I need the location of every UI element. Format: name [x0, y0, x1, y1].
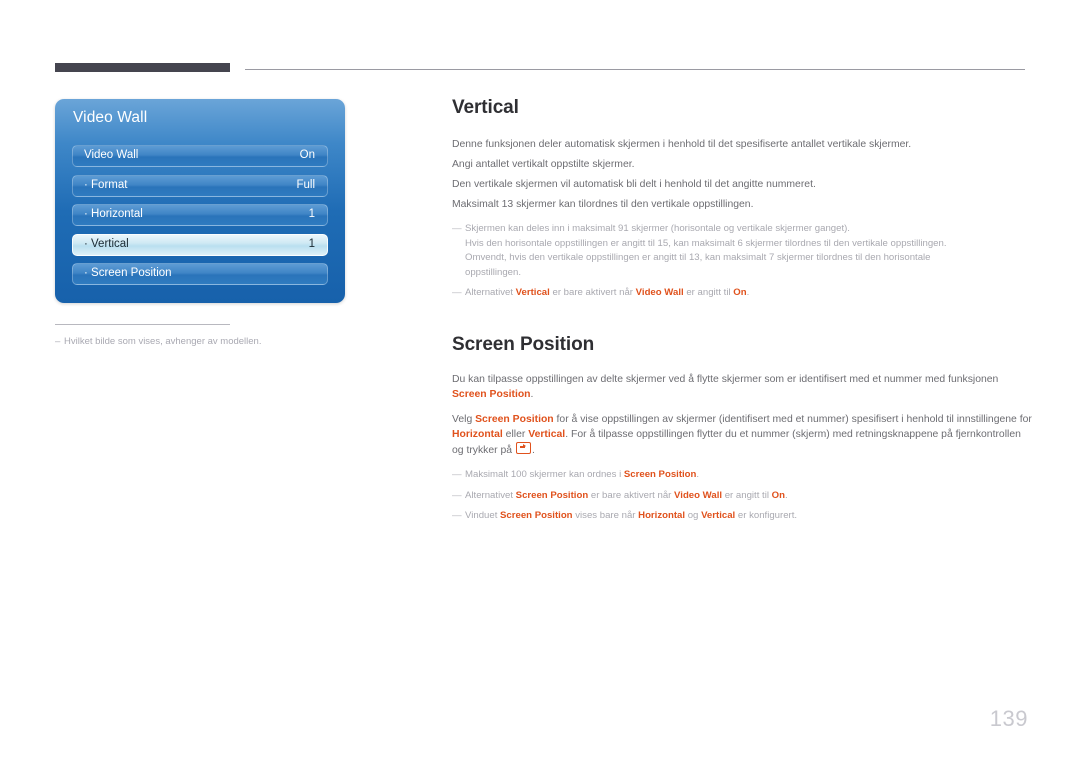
- keyword-vertical: Vertical: [701, 510, 736, 522]
- keyword-horizontal: Horizontal: [638, 510, 686, 522]
- vertical-body-line-3: Den vertikale skjermen vil automatisk bl…: [452, 179, 816, 190]
- section-vertical: Vertical Denne funksjonen deler automati…: [452, 97, 1032, 301]
- keyword-screen-position: Screen Position: [500, 510, 573, 522]
- enter-key-icon: [515, 441, 531, 454]
- section-screen-position: Screen Position Du kan tilpasse oppstill…: [452, 334, 1032, 524]
- sp-note2-d: .: [784, 489, 788, 501]
- sp-note3-a: Vinduet: [465, 510, 501, 522]
- footnote-dash-marker: –: [55, 336, 61, 347]
- vertical-note-1-line-3: Omvendt, hvis den vertikale oppstillinge…: [465, 252, 931, 264]
- screen-position-para-2: Velg Screen Position for å vise oppstill…: [452, 412, 1032, 458]
- note-dash-marker: —: [452, 489, 462, 501]
- sp-note2-a: Alternativet: [465, 489, 516, 501]
- vertical-note-2: — Alternativet Vertical er bare aktivert…: [452, 286, 1032, 301]
- osd-menu-item-video-wall[interactable]: Video Wall On: [72, 145, 328, 167]
- note-dash-marker: —: [452, 510, 462, 522]
- osd-menu-item-horizontal[interactable]: · Horizontal 1: [72, 204, 328, 226]
- screen-position-note-1: — Maksimalt 100 skjermer kan ordnes i Sc…: [452, 468, 1032, 483]
- screen-position-note-3: — Vinduet Screen Position vises bare når…: [452, 509, 1032, 524]
- osd-item-value: 1: [308, 208, 315, 220]
- osd-item-value: On: [299, 149, 315, 161]
- screen-position-para-1: Du kan tilpasse oppstillingen av delte s…: [452, 372, 1032, 402]
- panel-footnote: – Hvilket bilde som vises, avhenger av mo…: [55, 324, 355, 347]
- keyword-screen-position: Screen Position: [452, 388, 531, 400]
- sp-para2-c: eller: [502, 428, 529, 440]
- section-heading-screen-position: Screen Position: [452, 333, 595, 355]
- video-wall-osd-panel: Video Wall Video Wall On · Format Full ·…: [55, 99, 345, 303]
- sp-para2-a: Velg: [452, 413, 476, 425]
- osd-item-label: Video Wall: [84, 149, 139, 161]
- vertical-body-line-4: Maksimalt 13 skjermer kan tilordnes til …: [452, 199, 754, 210]
- keyword-video-wall: Video Wall: [635, 287, 684, 299]
- osd-item-label: · Vertical: [84, 238, 129, 250]
- vertical-note-1-line-4: oppstillingen.: [465, 266, 522, 278]
- page-number: 139: [989, 706, 1028, 731]
- keyword-vertical: Vertical: [528, 428, 566, 440]
- keyword-on: On: [733, 287, 747, 299]
- osd-menu-item-screen-position[interactable]: · Screen Position: [72, 263, 328, 285]
- keyword-screen-position: Screen Position: [475, 413, 554, 425]
- osd-menu-item-vertical[interactable]: · Vertical 1: [72, 234, 328, 256]
- header-rule-thin-line: [245, 69, 1025, 70]
- vertical-note-2-text-c: er angitt til: [683, 287, 734, 299]
- panel-footnote-text: – Hvilket bilde som vises, avhenger av mo…: [55, 336, 355, 347]
- section-heading-vertical: Vertical: [452, 97, 519, 118]
- keyword-vertical: Vertical: [515, 287, 550, 299]
- document-content: Vertical Denne funksjonen deler automati…: [452, 97, 1032, 524]
- sp-note1-a: Maksimalt 100 skjermer kan ordnes i: [465, 468, 624, 480]
- note-dash-marker: —: [452, 287, 462, 299]
- sp-note2-c: er angitt til: [722, 489, 772, 501]
- sp-para1-tail: .: [530, 388, 534, 400]
- sp-para2-d: . For å tilpasse oppstillingen flytter d…: [565, 428, 1021, 440]
- note-dash-marker: —: [452, 223, 462, 234]
- footnote-body: Hvilket bilde som vises, avhenger av mod…: [64, 336, 262, 347]
- sp-para2-e: og trykker på: [452, 444, 515, 456]
- sp-note2-b: er bare aktivert når: [588, 489, 675, 501]
- vertical-note-1-line-1: Skjermen kan deles inn i maksimalt 91 sk…: [465, 223, 850, 234]
- vertical-body-line-2: Angi antallet vertikalt oppstilte skjerm…: [452, 159, 635, 170]
- vertical-note-2-text-b: er bare aktivert når: [549, 287, 636, 299]
- keyword-screen-position: Screen Position: [623, 468, 697, 480]
- osd-panel-title: Video Wall: [73, 109, 148, 126]
- sp-para2-f: .: [531, 444, 535, 456]
- keyword-horizontal: Horizontal: [452, 428, 503, 440]
- panel-footnote-rule: [55, 324, 230, 325]
- osd-item-value: 1: [308, 238, 315, 250]
- keyword-video-wall: Video Wall: [674, 489, 723, 501]
- osd-item-label: · Format: [84, 179, 128, 191]
- vertical-note-1: — Skjermen kan deles inn i maksimalt 91 …: [452, 222, 1032, 280]
- keyword-screen-position: Screen Position: [515, 489, 589, 501]
- vertical-body-line-1: Denne funksjonen deler automatisk skjerm…: [452, 139, 912, 150]
- screen-position-note-2: — Alternativet Screen Position er bare a…: [452, 489, 1032, 504]
- sp-para1-line1: Du kan tilpasse oppstillingen av delte s…: [452, 373, 999, 385]
- sp-note3-b: vises bare når: [572, 510, 639, 522]
- vertical-note-1-line-2: Hvis den horisontale oppstillingen er an…: [465, 237, 947, 249]
- vertical-note-2-text-d: .: [746, 287, 750, 299]
- sp-note3-d: er konfigurert.: [735, 510, 798, 522]
- sp-note3-c: og: [685, 510, 702, 522]
- vertical-note-2-text-a: Alternativet: [465, 287, 516, 299]
- sp-para2-b: for å vise oppstillingen av skjermer (id…: [553, 413, 1032, 425]
- note-dash-marker: —: [452, 468, 462, 480]
- header-rule-thick-bar: [55, 63, 230, 72]
- osd-item-label: · Horizontal: [84, 208, 143, 220]
- osd-item-value: Full: [296, 179, 315, 191]
- sp-note1-b: .: [696, 468, 700, 480]
- osd-menu-item-format[interactable]: · Format Full: [72, 175, 328, 197]
- osd-item-label: · Screen Position: [84, 267, 172, 279]
- keyword-on: On: [771, 489, 785, 501]
- page-header-rule: [55, 63, 1025, 72]
